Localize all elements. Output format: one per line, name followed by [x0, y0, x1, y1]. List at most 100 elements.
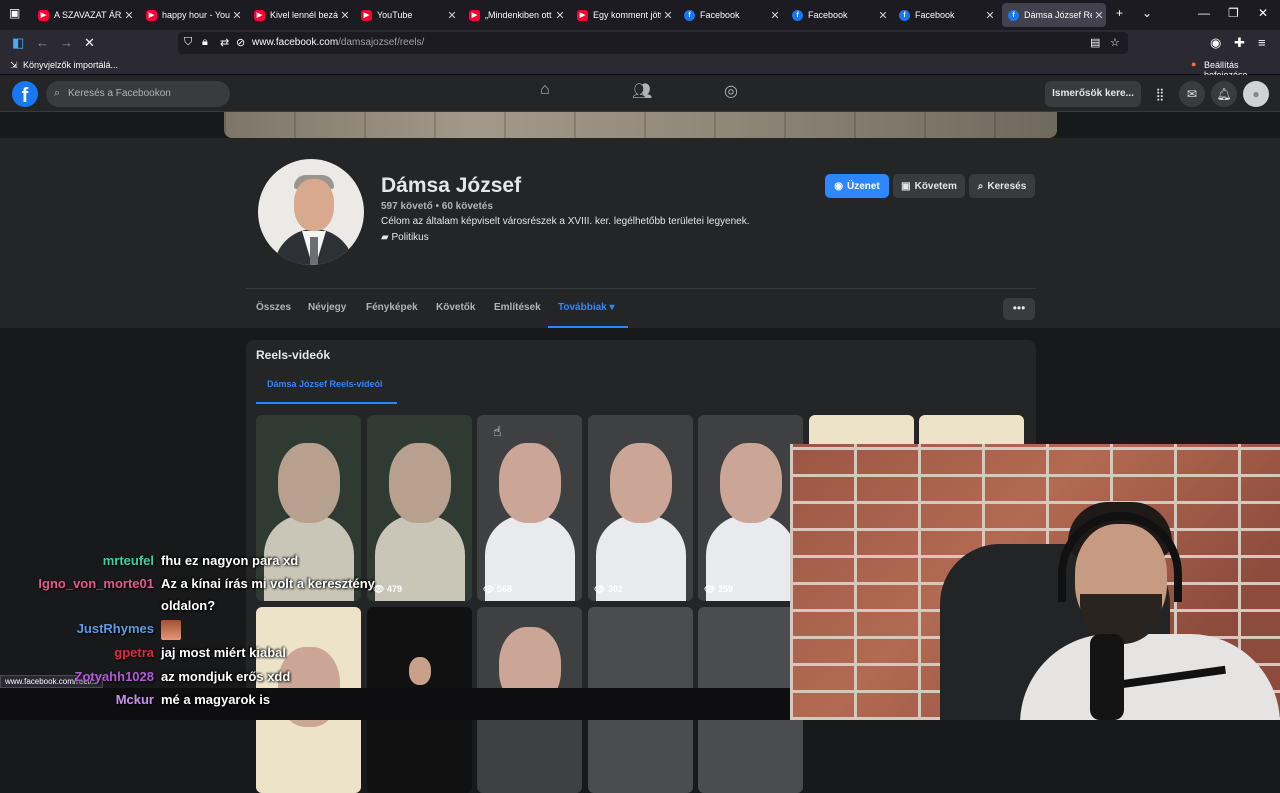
bookmark-import-link[interactable]: Könyvjelzők importálá...	[23, 60, 118, 70]
close-icon[interactable]: ✕	[122, 9, 136, 22]
browser-tab[interactable]: ▶ „Mindenkiben ott e ✕	[463, 3, 567, 27]
close-icon[interactable]: ✕	[338, 9, 352, 22]
tab-about[interactable]: Névjegy	[308, 302, 346, 313]
reel-thumbnail[interactable]: 👁︎ 568	[477, 415, 582, 601]
divider	[246, 288, 1036, 289]
url-text[interactable]: www.facebook.com/damsajozsef/reels/	[252, 37, 424, 48]
tab-mentions[interactable]: Említések	[494, 302, 541, 313]
window-close-icon[interactable]: ✕	[1258, 6, 1268, 20]
tab-followers[interactable]: Követők	[436, 302, 475, 313]
following-icon: ▣	[901, 180, 911, 192]
tab-list-icon[interactable]: ▣	[9, 6, 20, 20]
facebook-logo-icon[interactable]: f	[12, 81, 38, 107]
more-options-button[interactable]: •••	[1003, 298, 1035, 320]
youtube-icon: ▶	[469, 9, 480, 21]
search-placeholder: Keresés a Facebookon	[68, 88, 171, 99]
reader-view-icon[interactable]: ▤	[1090, 36, 1100, 49]
browser-tab[interactable]: ▶ Egy komment jött ✕	[571, 3, 675, 27]
close-icon[interactable]: ✕	[661, 9, 675, 22]
profile-category: ▰ Politikus	[381, 232, 429, 243]
minimize-icon[interactable]: —	[1198, 6, 1210, 20]
shield-icon[interactable]: ⛉	[184, 36, 192, 49]
search-input[interactable]: ⌕ Keresés a Facebookon	[46, 81, 230, 107]
cover-photo[interactable]	[224, 112, 1057, 138]
lock-icon[interactable]: 🔒︎	[202, 36, 208, 49]
browser-tab[interactable]: f Facebook ✕	[786, 3, 890, 27]
close-icon[interactable]: ✕	[445, 9, 459, 22]
briefcase-icon: ▰	[381, 232, 389, 243]
reel-thumbnail[interactable]: 👁︎ 479	[367, 415, 472, 601]
tab-all[interactable]: Összes	[256, 302, 291, 313]
chevron-down-icon[interactable]: ⌄	[1142, 6, 1152, 20]
messenger-icon: ◉	[834, 180, 843, 192]
browser-tab[interactable]: ▶happy hour - YouTu✕	[140, 3, 244, 27]
webcam-overlay	[790, 444, 1280, 720]
groups-icon[interactable]: ◎	[724, 81, 738, 101]
close-icon[interactable]: ✕	[983, 9, 997, 22]
profile-search-button[interactable]: ⌕ Keresés	[969, 174, 1035, 198]
facebook-icon: f	[899, 9, 910, 21]
stop-loading-icon[interactable]: ✕	[84, 35, 95, 51]
profile-description: Célom az általam képviselt városrészek a…	[381, 216, 750, 227]
tab-photos[interactable]: Fényképek	[366, 302, 418, 313]
home-icon[interactable]: ⌂	[540, 81, 550, 99]
close-icon[interactable]: ✕	[553, 9, 567, 22]
reel-thumbnail[interactable]	[256, 415, 361, 601]
active-subtab-indicator	[256, 402, 397, 404]
chat-bar-bg	[0, 688, 790, 720]
extensions-icon[interactable]: ✚	[1234, 35, 1245, 51]
browser-tab[interactable]: ▶Kivel lennél bezárva✕	[248, 3, 352, 27]
search-icon: ⌕	[54, 87, 61, 99]
youtube-icon: ▶	[146, 9, 157, 21]
follower-count[interactable]: 597 követő • 60 követés	[381, 201, 493, 212]
bookmark-star-icon[interactable]: ☆	[1110, 36, 1120, 49]
browser-tab[interactable]: ▶ YouTube ✕	[355, 3, 459, 27]
restore-icon[interactable]: ❐	[1228, 6, 1239, 20]
youtube-icon: ▶	[38, 9, 49, 21]
following-button[interactable]: ▣ Követem	[893, 174, 965, 198]
notifications-bell-icon[interactable]: 🔔︎	[1211, 81, 1237, 107]
cursor-hand-icon: ☝︎	[493, 423, 502, 439]
url-bar[interactable]: ⛉ 🔒︎ ⇄ ⊘ www.facebook.com/damsajozsef/re…	[178, 32, 1128, 54]
find-friends-button[interactable]: Ismerősök kere...	[1045, 81, 1141, 107]
apps-grid-icon[interactable]: ⣿	[1147, 81, 1173, 107]
account-avatar[interactable]: ●	[1243, 81, 1269, 107]
browser-tabstrip: ▣ ▶A SZAVAZAT ÁRA -✕ ▶happy hour - YouTu…	[0, 0, 1280, 30]
close-icon[interactable]: ✕	[230, 9, 244, 22]
search-icon: ⌕	[977, 180, 984, 192]
close-icon[interactable]: ✕	[876, 9, 890, 22]
browser-tab-active[interactable]: fDámsa József Reels✕	[1002, 3, 1106, 27]
profile-header-bg	[0, 138, 1280, 328]
active-tab-indicator	[548, 326, 628, 328]
view-count: 👁︎ 568	[483, 584, 512, 594]
menu-icon[interactable]: ≡	[1258, 35, 1266, 50]
bookmarks-bar: ⇲ Könyvjelzők importálá... ● Beállítás b…	[0, 56, 1280, 80]
browser-tab[interactable]: ▶A SZAVAZAT ÁRA -✕	[32, 3, 136, 27]
permissions-icon[interactable]: ⇄	[220, 36, 229, 49]
browser-navbar: ◧ ← → ✕ ⛉ 🔒︎ ⇄ ⊘ www.facebook.com/damsaj…	[0, 30, 1280, 56]
firefox-icon: ●	[1191, 59, 1197, 69]
tab-more[interactable]: Továbbiak ▾	[558, 302, 615, 313]
new-tab-icon[interactable]: +	[1116, 6, 1123, 20]
close-icon[interactable]: ✕	[1092, 9, 1106, 22]
close-icon[interactable]: ✕	[768, 9, 782, 22]
account-icon[interactable]: ◉	[1210, 35, 1221, 51]
friends-icon[interactable]: 👥︎	[632, 81, 652, 101]
back-icon[interactable]: ←	[36, 35, 49, 50]
browser-tab[interactable]: f Facebook ✕	[678, 3, 782, 27]
camera-off-icon[interactable]: ⊘	[236, 36, 245, 49]
facebook-icon: f	[792, 9, 803, 21]
browser-tab[interactable]: f Facebook ✕	[893, 3, 997, 27]
view-count: 👁︎ 302	[594, 584, 623, 594]
sidebar-toggle-icon[interactable]: ◧	[12, 35, 24, 51]
reel-thumbnail[interactable]: 👁︎ 259	[698, 415, 803, 601]
tab-reels-videos[interactable]: Dámsa József Reels-videói	[267, 379, 383, 389]
url-host: www.facebook.com	[252, 37, 339, 48]
import-icon: ⇲	[10, 60, 18, 70]
message-button[interactable]: ◉ Üzenet	[825, 174, 889, 198]
reel-thumbnail[interactable]: 👁︎ 302	[588, 415, 693, 601]
forward-icon[interactable]: →	[60, 35, 73, 50]
url-path: /damsajozsef/reels/	[338, 37, 425, 48]
messenger-icon[interactable]: ✉	[1179, 81, 1205, 107]
profile-avatar[interactable]	[255, 156, 367, 268]
